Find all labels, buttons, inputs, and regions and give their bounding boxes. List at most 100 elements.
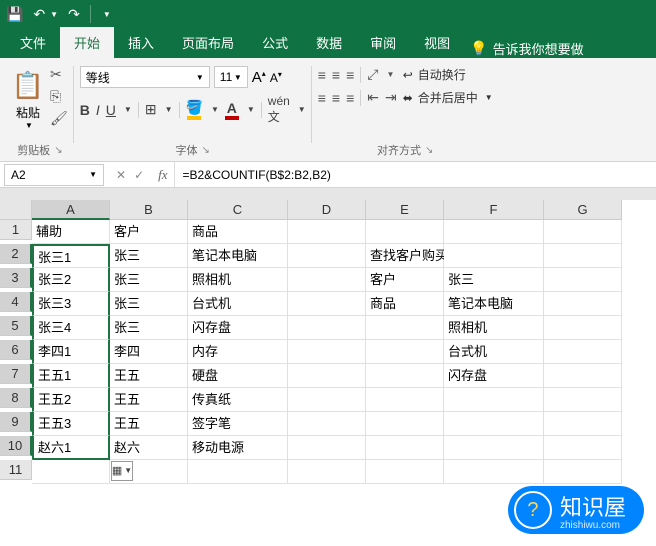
cell-E7[interactable]: [366, 364, 444, 388]
tab-file[interactable]: 文件: [6, 27, 60, 58]
col-header-B[interactable]: B: [110, 200, 188, 220]
cell-E5[interactable]: [366, 316, 444, 340]
cell-B3[interactable]: 张三: [110, 268, 188, 292]
cell-E8[interactable]: [366, 388, 444, 412]
cell-G8[interactable]: [544, 388, 622, 412]
cell-A7[interactable]: 王五1: [32, 364, 110, 388]
cell-G7[interactable]: [544, 364, 622, 388]
cell-G5[interactable]: [544, 316, 622, 340]
cell-C9[interactable]: 签字笔: [188, 412, 288, 436]
cell-D10[interactable]: [288, 436, 366, 460]
decrease-font-button[interactable]: A▾: [270, 70, 282, 85]
cell-F2[interactable]: [444, 244, 544, 268]
row-header-3[interactable]: 3: [0, 268, 32, 288]
name-box[interactable]: A2▼: [4, 164, 104, 186]
alignment-launcher[interactable]: ↘: [425, 145, 433, 156]
cell-D9[interactable]: [288, 412, 366, 436]
row-header-2[interactable]: 2: [0, 244, 32, 264]
cell-C3[interactable]: 照相机: [188, 268, 288, 292]
row-header-1[interactable]: 1: [0, 220, 32, 240]
format-painter-button[interactable]: 🖌: [50, 110, 68, 127]
tab-data[interactable]: 数据: [302, 27, 356, 58]
cell-A9[interactable]: 王五3: [32, 412, 110, 436]
border-button[interactable]: ⊞: [145, 101, 157, 118]
save-icon[interactable]: 💾: [6, 6, 23, 23]
copy-button[interactable]: ⎘: [50, 88, 68, 105]
merge-center-button[interactable]: ⬌合并后居中▼: [403, 89, 493, 106]
orientation-button[interactable]: ⤢: [367, 66, 378, 83]
formula-input[interactable]: =B2&COUNTIF(B$2:B2,B2): [174, 162, 656, 187]
align-center-button[interactable]: ≡: [332, 90, 340, 106]
phonetic-button[interactable]: wén文: [268, 94, 290, 125]
col-header-A[interactable]: A: [32, 200, 110, 220]
cell-A1[interactable]: 辅助: [32, 220, 110, 244]
row-header-10[interactable]: 10: [0, 436, 32, 456]
cell-B8[interactable]: 王五: [110, 388, 188, 412]
cell-B6[interactable]: 李四: [110, 340, 188, 364]
cell-F8[interactable]: [444, 388, 544, 412]
redo-button[interactable]: ↷: [68, 6, 80, 23]
align-top-button[interactable]: ≡: [318, 67, 326, 83]
cell-B7[interactable]: 王五: [110, 364, 188, 388]
cell-A2[interactable]: 张三1: [32, 244, 110, 268]
cell-E2[interactable]: 查找客户购买商品: [366, 244, 444, 268]
col-header-C[interactable]: C: [188, 200, 288, 220]
cell-F4[interactable]: 笔记本电脑: [444, 292, 544, 316]
wrap-text-button[interactable]: ↩自动换行: [403, 66, 493, 83]
cell-G3[interactable]: [544, 268, 622, 292]
cell-A10[interactable]: 赵六1: [32, 436, 110, 460]
cell-G11[interactable]: [544, 460, 622, 484]
cell-E4[interactable]: 商品: [366, 292, 444, 316]
decrease-indent-button[interactable]: ⇤: [367, 89, 379, 106]
align-bottom-button[interactable]: ≡: [346, 67, 354, 83]
row-header-6[interactable]: 6: [0, 340, 32, 360]
cell-F9[interactable]: [444, 412, 544, 436]
row-header-8[interactable]: 8: [0, 388, 32, 408]
cell-E10[interactable]: [366, 436, 444, 460]
tell-me-search[interactable]: 💡 告诉我你想要做: [470, 39, 583, 58]
cell-A11[interactable]: [32, 460, 110, 484]
cell-B11[interactable]: ▦▼: [110, 460, 188, 484]
font-size-combo[interactable]: 11▼: [214, 66, 248, 88]
underline-button[interactable]: U: [106, 102, 116, 118]
cell-E11[interactable]: [366, 460, 444, 484]
cell-D6[interactable]: [288, 340, 366, 364]
cell-F6[interactable]: 台式机: [444, 340, 544, 364]
cell-D1[interactable]: [288, 220, 366, 244]
cell-C2[interactable]: 笔记本电脑: [188, 244, 288, 268]
tab-review[interactable]: 审阅: [356, 27, 410, 58]
col-header-F[interactable]: F: [444, 200, 544, 220]
increase-font-button[interactable]: A▴: [252, 69, 266, 86]
cell-F3[interactable]: 张三: [444, 268, 544, 292]
cell-C8[interactable]: 传真纸: [188, 388, 288, 412]
cell-D4[interactable]: [288, 292, 366, 316]
cell-G10[interactable]: [544, 436, 622, 460]
cell-E1[interactable]: [366, 220, 444, 244]
autofill-options-button[interactable]: ▦▼: [111, 461, 133, 481]
cell-A5[interactable]: 张三4: [32, 316, 110, 340]
col-header-G[interactable]: G: [544, 200, 622, 220]
fx-icon[interactable]: fx: [152, 167, 173, 183]
row-header-9[interactable]: 9: [0, 412, 32, 432]
col-header-E[interactable]: E: [366, 200, 444, 220]
cancel-formula-button[interactable]: ✕: [116, 168, 126, 182]
cell-G4[interactable]: [544, 292, 622, 316]
cell-A4[interactable]: 张三3: [32, 292, 110, 316]
cell-E3[interactable]: 客户: [366, 268, 444, 292]
cell-F1[interactable]: [444, 220, 544, 244]
fill-color-button[interactable]: 🪣: [186, 99, 203, 120]
paste-button[interactable]: 📋 粘贴 ▼: [12, 66, 44, 130]
cell-F5[interactable]: 照相机: [444, 316, 544, 340]
cell-D11[interactable]: [288, 460, 366, 484]
cut-button[interactable]: ✂: [50, 66, 68, 83]
cell-C1[interactable]: 商品: [188, 220, 288, 244]
cell-E6[interactable]: [366, 340, 444, 364]
cell-C7[interactable]: 硬盘: [188, 364, 288, 388]
tab-formulas[interactable]: 公式: [248, 27, 302, 58]
font-name-combo[interactable]: 等线▼: [80, 66, 210, 88]
cell-C11[interactable]: [188, 460, 288, 484]
cell-B9[interactable]: 王五: [110, 412, 188, 436]
cell-F10[interactable]: [444, 436, 544, 460]
cell-G9[interactable]: [544, 412, 622, 436]
cell-D3[interactable]: [288, 268, 366, 292]
